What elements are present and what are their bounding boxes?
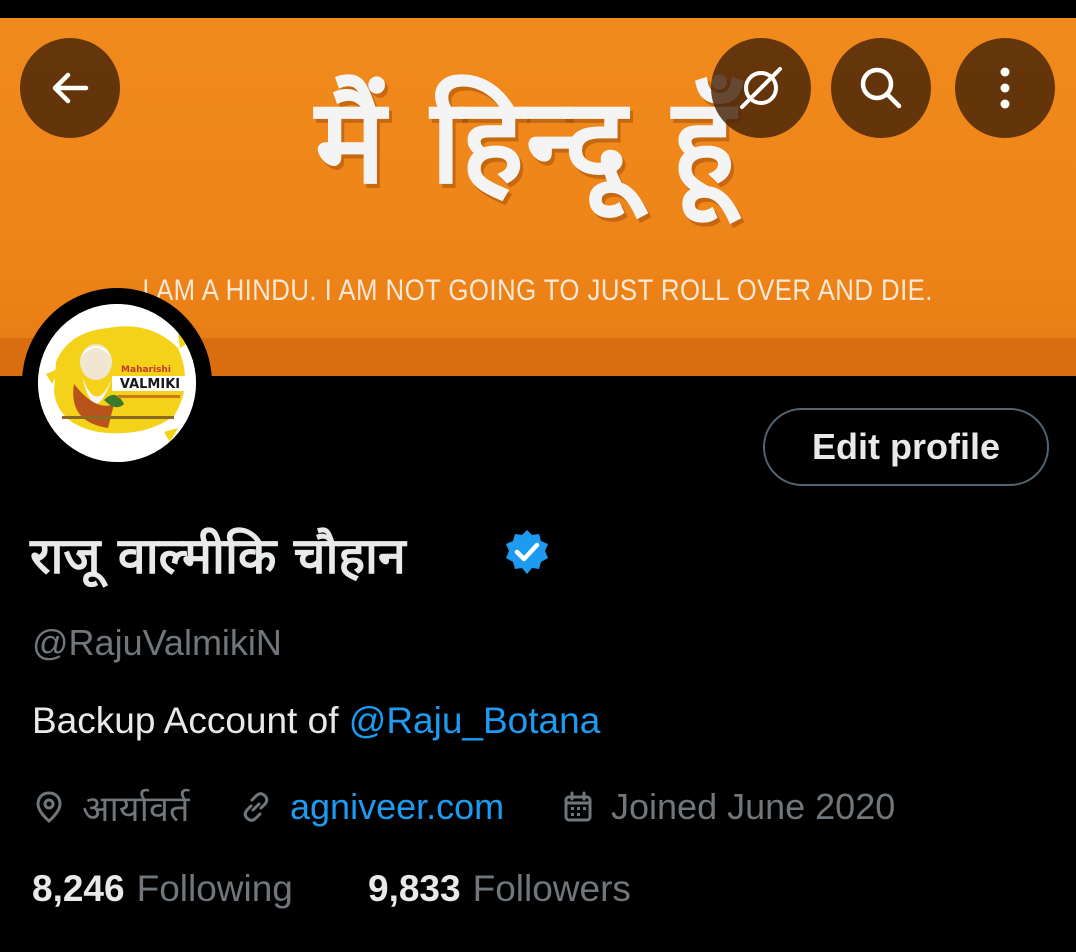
back-button[interactable] <box>20 38 120 138</box>
bio-mention-link[interactable]: @Raju_Botana <box>349 700 601 741</box>
avatar-line1: Maharishi <box>121 365 171 375</box>
profile-page: मैं हिन्दू हूँ I AM A HINDU. I AM NOT GO… <box>0 0 1076 952</box>
bio: Backup Account of @Raju_Botana <box>32 700 600 742</box>
join-date-text: Joined June 2020 <box>611 786 896 827</box>
banner-hindi-text: मैं हिन्दू हूँ <box>315 72 737 210</box>
website-link[interactable]: agniveer.com <box>290 786 504 828</box>
arrow-left-icon <box>52 72 89 104</box>
translate-button[interactable] <box>711 38 811 138</box>
following-count: 8,246 <box>32 868 125 909</box>
followers-label: Followers <box>472 868 631 909</box>
avatar[interactable]: Maharishi VALMIKI <box>38 304 196 462</box>
more-button[interactable] <box>955 38 1055 138</box>
bio-text: Backup Account of <box>32 700 349 741</box>
followers-stat[interactable]: 9,833 Followers <box>368 868 631 910</box>
banner-english-text: I AM A HINDU. I AM NOT GOING TO JUST ROL… <box>142 274 933 307</box>
user-handle: @RajuValmikiN <box>32 622 282 663</box>
search-icon <box>860 67 902 109</box>
location: आर्यावर्त <box>34 782 190 832</box>
followers-count: 9,833 <box>368 868 461 909</box>
join-date: Joined June 2020 <box>563 782 895 832</box>
avatar-logo-image: Maharishi VALMIKI <box>38 304 196 462</box>
link-icon <box>243 792 269 822</box>
verified-badge-icon[interactable] <box>503 528 551 576</box>
location-pin-icon <box>36 791 62 823</box>
following-label: Following <box>136 868 293 909</box>
display-name: राजू वाल्मीकि चौहान <box>30 527 406 585</box>
website[interactable]: agniveer.com <box>240 782 504 832</box>
following-stat[interactable]: 8,246 Following <box>32 868 293 910</box>
search-button[interactable] <box>831 38 931 138</box>
calendar-icon <box>564 791 592 822</box>
globe-strike-icon <box>740 67 782 109</box>
more-vertical-icon <box>1000 67 1010 109</box>
location-text: आर्यावर्त <box>82 787 190 829</box>
avatar-line2: VALMIKI <box>120 377 180 392</box>
edit-profile-button[interactable]: Edit profile <box>763 408 1049 486</box>
